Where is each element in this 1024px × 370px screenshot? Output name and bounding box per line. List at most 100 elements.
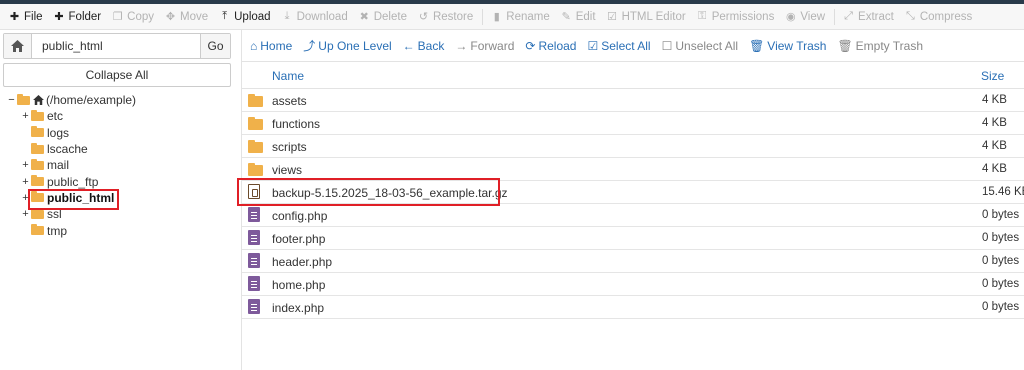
file-name: views [272, 163, 303, 177]
collapse-toggle-icon[interactable]: − [7, 94, 16, 106]
trash-icon: 🗑 [837, 38, 853, 53]
folder-icon [31, 126, 44, 138]
edit-icon: ✎ [561, 11, 571, 23]
path-home-button[interactable] [4, 34, 32, 58]
table-row[interactable]: home.php 0 bytes [242, 273, 1024, 296]
restore-button[interactable]: ↺ Restore [413, 6, 479, 28]
path-bar: Go [3, 33, 231, 59]
file-size: 0 bytes [982, 255, 1020, 267]
table-row[interactable]: functions 4 KB [242, 112, 1024, 135]
upload-button[interactable]: ⤒ Upload [214, 6, 276, 28]
expand-toggle-icon[interactable]: + [21, 176, 30, 188]
plus-icon: ✚ [54, 11, 64, 23]
unselect-all-button[interactable]: ☐ Unselect All [662, 39, 738, 53]
reload-button[interactable]: ⟳ Reload [525, 39, 576, 53]
php-file-icon [248, 230, 260, 245]
compress-button[interactable]: ⤡ Compress [900, 6, 978, 28]
tree-item-tmp[interactable]: tmp [0, 222, 238, 238]
copy-icon: ❐ [112, 11, 123, 23]
table-row[interactable]: footer.php 0 bytes [242, 227, 1024, 250]
toolbar-divider [834, 8, 836, 25]
path-input[interactable] [32, 34, 200, 58]
back-button[interactable]: ← Back [403, 39, 445, 53]
column-header-size[interactable]: Size [981, 69, 1004, 83]
file-manager-toolbar: ✚ File ✚ Folder ❐ Copy ✥ Move ⤒ Upload ⤓ Downl… [0, 4, 1024, 30]
forward-button[interactable]: → Forward [455, 39, 514, 53]
file-size: 4 KB [982, 163, 1007, 175]
highlight-box [237, 178, 500, 206]
download-button[interactable]: ⤓ Download [277, 6, 354, 28]
select-all-button[interactable]: ☑ Select All [587, 39, 650, 53]
compress-icon: ⤡ [905, 10, 915, 22]
folder-open-icon [17, 93, 30, 105]
file-name: assets [272, 94, 307, 108]
expand-toggle-icon[interactable]: + [21, 208, 30, 220]
html-editor-icon: ☑ [607, 11, 617, 23]
table-row[interactable]: header.php 0 bytes [242, 250, 1024, 273]
up-one-level-button[interactable]: ⤴ Up One Level [303, 37, 391, 54]
upload-icon: ⤒ [222, 10, 228, 22]
file-size: 4 KB [982, 140, 1007, 152]
tree-item-lscache[interactable]: lscache [0, 141, 238, 157]
home-button[interactable]: ⌂ Home [250, 39, 292, 53]
download-icon: ⤓ [284, 10, 290, 22]
home-icon: ⌂ [250, 38, 258, 53]
key-icon: ⚿ [698, 10, 707, 22]
tree-item-etc[interactable]: + etc [0, 108, 238, 124]
folder-tree-panel: Go Collapse All − (/home/example) + etc … [0, 30, 238, 370]
file-name: header.php [272, 255, 333, 269]
file-size: 0 bytes [982, 209, 1020, 221]
checkbox-empty-icon: ☐ [661, 38, 673, 53]
table-row[interactable]: index.php 0 bytes [242, 296, 1024, 319]
tree-item-logs[interactable]: logs [0, 125, 238, 141]
file-size: 15.46 KB [982, 186, 1024, 198]
trash-icon: 🗑 [749, 38, 765, 53]
arrow-right-icon: → [455, 38, 468, 53]
folder-icon [31, 224, 44, 236]
file-size: 4 KB [982, 117, 1007, 129]
path-go-button[interactable]: Go [200, 34, 230, 58]
column-header-name[interactable]: Name [272, 69, 304, 83]
table-header: Name Size [242, 63, 1024, 89]
file-size: 0 bytes [982, 301, 1020, 313]
new-file-button[interactable]: ✚ File [4, 6, 49, 28]
table-row[interactable]: assets 4 KB [242, 89, 1024, 112]
empty-trash-button[interactable]: 🗑 Empty Trash [837, 39, 923, 53]
delete-icon: ✖ [359, 11, 369, 23]
tree-item-mail[interactable]: + mail [0, 157, 238, 173]
reload-icon: ⟳ [525, 38, 536, 53]
move-button[interactable]: ✥ Move [160, 6, 214, 28]
collapse-all-button[interactable]: Collapse All [3, 63, 231, 87]
php-file-icon [248, 299, 260, 314]
permissions-button[interactable]: ⚿ Permissions [692, 6, 781, 28]
tree-item-public-ftp[interactable]: + public_ftp [0, 173, 238, 189]
toolbar-divider [482, 8, 484, 25]
folder-tree: − (/home/example) + etc logs lscache + m… [0, 92, 238, 239]
file-name: scripts [272, 140, 307, 154]
table-row[interactable]: config.php 0 bytes [242, 204, 1024, 227]
expand-toggle-icon[interactable]: + [21, 159, 30, 171]
view-trash-button[interactable]: 🗑 View Trash [749, 39, 826, 53]
folder-icon [248, 94, 263, 107]
arrow-left-icon: ← [402, 38, 415, 53]
tree-item-label: mail [47, 158, 70, 173]
home-icon [33, 95, 44, 106]
edit-button[interactable]: ✎ Edit [556, 6, 602, 28]
tree-item-label: etc [47, 109, 64, 124]
delete-button[interactable]: ✖ Delete [354, 6, 413, 28]
expand-toggle-icon[interactable]: + [21, 110, 30, 122]
tree-item-home[interactable]: − (/home/example) [0, 92, 238, 108]
view-button[interactable]: ◉ View [780, 6, 831, 28]
html-editor-button[interactable]: ☑ HTML Editor [602, 6, 692, 28]
rename-button[interactable]: ▮ Rename [486, 6, 555, 28]
extract-button[interactable]: ⤢ Extract [838, 6, 900, 28]
folder-icon [31, 158, 44, 170]
folder-icon [248, 140, 263, 153]
tree-item-label: public_ftp [47, 174, 99, 189]
tree-item-label: lscache [47, 142, 88, 157]
table-row[interactable]: scripts 4 KB [242, 135, 1024, 158]
new-folder-button[interactable]: ✚ Folder [49, 6, 108, 28]
php-file-icon [248, 207, 260, 222]
copy-button[interactable]: ❐ Copy [107, 6, 160, 28]
move-icon: ✥ [165, 11, 176, 23]
